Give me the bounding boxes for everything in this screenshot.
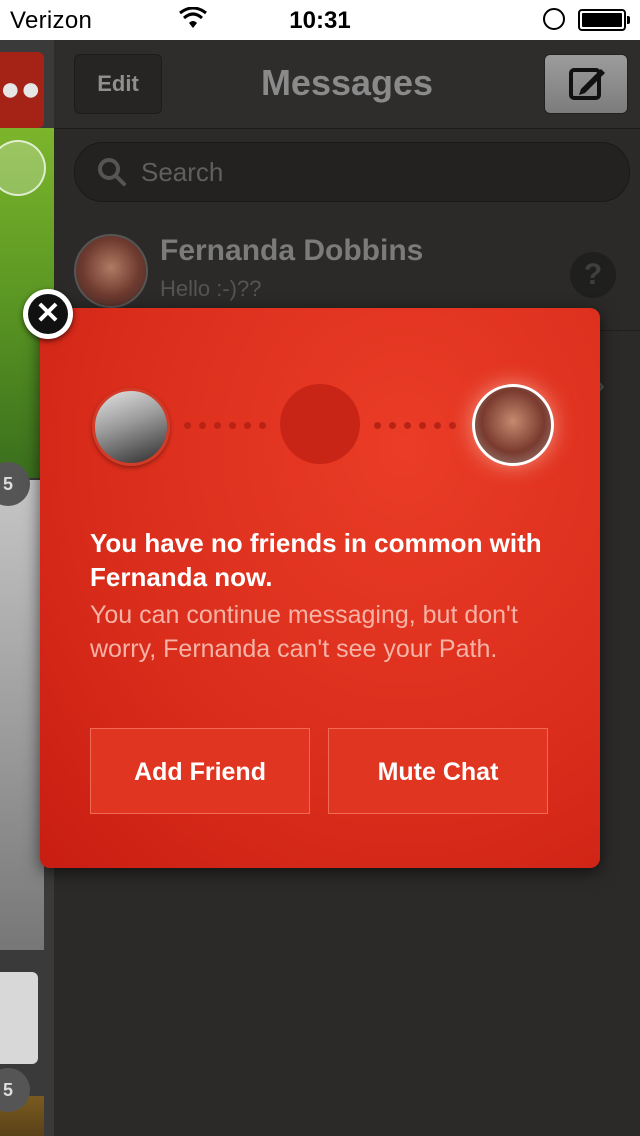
connection-dots xyxy=(184,416,274,429)
message-preview: Hello :-)?? xyxy=(160,276,262,301)
contact-name: Fernanda Dobbins xyxy=(160,234,424,267)
avatar-fernanda xyxy=(472,384,554,466)
dialog-body: You can continue messaging, but don't wo… xyxy=(90,601,518,663)
navigation-bar: Edit Messages xyxy=(54,40,640,129)
close-button[interactable]: ✕ xyxy=(23,289,73,339)
no-common-friends-dialog: You have no friends in common with Ferna… xyxy=(40,308,600,868)
chat-bubbles-icon: ●● xyxy=(0,70,42,108)
feed-card xyxy=(0,972,38,1064)
search-icon xyxy=(98,158,126,186)
avatar-me xyxy=(92,388,170,466)
rotation-lock-icon xyxy=(543,8,565,30)
mute-chat-button[interactable]: Mute Chat xyxy=(328,728,548,814)
battery-icon xyxy=(578,9,630,31)
close-icon: ✕ xyxy=(28,294,68,334)
compose-icon xyxy=(569,68,605,100)
status-bar: ●●●○○ Verizon 10:31 xyxy=(0,0,640,137)
compose-button[interactable] xyxy=(544,54,628,114)
question-icon: ? xyxy=(570,252,616,298)
search-input[interactable]: Search xyxy=(74,142,630,202)
add-friend-button[interactable]: Add Friend xyxy=(90,728,310,814)
mutual-friend-placeholder xyxy=(280,384,360,464)
feed-photo-card xyxy=(0,480,44,950)
avatar xyxy=(74,234,148,308)
dialog-heading: You have no friends in common with Ferna… xyxy=(90,528,542,592)
search-placeholder: Search xyxy=(141,157,224,187)
connection-dots xyxy=(374,416,464,429)
